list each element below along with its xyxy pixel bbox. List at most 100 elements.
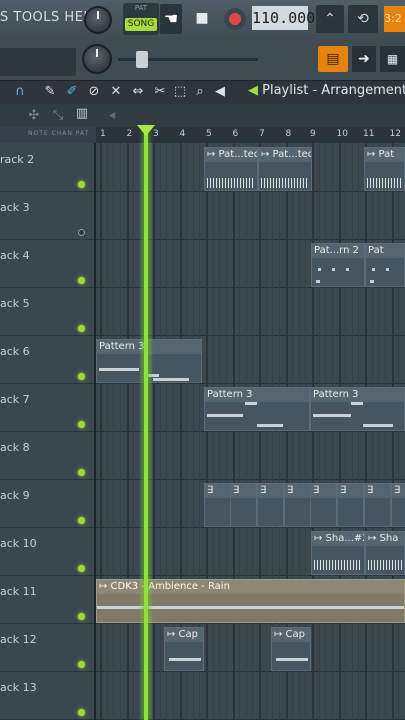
track-mute-led[interactable] [78, 181, 85, 188]
chopped-clip[interactable]: ∃ [391, 483, 405, 527]
track-mute-led[interactable] [78, 469, 85, 476]
note-bar [386, 268, 389, 271]
pat-song-toggle[interactable]: PAT SONG [123, 3, 159, 35]
track-mute-led[interactable] [78, 325, 85, 332]
grid-line [345, 143, 347, 720]
track-header-11[interactable]: ack 11 [0, 575, 94, 624]
tempo-display[interactable]: 110.000 [252, 6, 315, 30]
track-name: rack 2 [0, 153, 35, 166]
pattern-clip[interactable]: ↦ Cap [164, 627, 204, 671]
grid-line [384, 143, 386, 720]
note-bar [370, 280, 374, 283]
playhead[interactable] [144, 127, 148, 720]
master-pitch-knob[interactable] [82, 44, 112, 74]
clip-label: Pat [366, 244, 404, 258]
track-header-4[interactable]: ack 4 [0, 239, 94, 288]
track-header-13[interactable]: ack 13 [0, 671, 94, 720]
clip-label: ∃ [365, 484, 390, 498]
channel-rack-icon[interactable]: ▦ [380, 46, 405, 72]
main-volume-knob[interactable] [84, 6, 112, 34]
track-mute-led[interactable] [78, 565, 85, 572]
slip-tool-icon[interactable]: ⇔ [130, 84, 146, 100]
chopped-clip[interactable]: ∃ [204, 483, 231, 527]
grid-line [391, 143, 394, 720]
pencil-icon[interactable]: ✎ [42, 84, 58, 100]
record-button[interactable] [224, 8, 246, 30]
track-header-3[interactable]: ack 3 [0, 191, 94, 240]
mute-tool-icon[interactable]: ⊘ [86, 84, 102, 100]
grid-line [239, 143, 241, 720]
arrow-right-icon[interactable]: ➜ [352, 46, 376, 72]
ruler-bar-11: 11 [363, 129, 375, 139]
delete-tool-icon[interactable]: ✕ [108, 84, 124, 100]
piano-icon[interactable]: ▥ [74, 106, 90, 122]
grid-line [265, 143, 267, 720]
speaker-icon[interactable]: ◀ [212, 84, 228, 100]
track-mute-led[interactable] [78, 373, 85, 380]
track-mute-led[interactable] [78, 661, 85, 668]
hand-cursor-icon[interactable]: ☚ [160, 4, 182, 34]
song-time-display[interactable]: 3:2 [384, 6, 405, 32]
clip-label: ↦ Pat...ted) [259, 148, 311, 162]
track-header-9[interactable]: ack 9 [0, 479, 94, 528]
pattern-clip[interactable]: Pattern 3 [204, 387, 310, 431]
track-mute-led[interactable] [78, 517, 85, 524]
track-header-8[interactable]: ack 8 [0, 431, 94, 480]
pattern-clip[interactable]: Pattern 3 [310, 387, 405, 431]
track-mute-led[interactable] [78, 709, 85, 716]
wait-input-icon[interactable]: ⟲ [348, 5, 378, 33]
chopped-clip[interactable]: ∃ [230, 483, 257, 527]
track-header-7[interactable]: ack 7 [0, 383, 94, 432]
chopped-clip[interactable]: ∃ [337, 483, 364, 527]
pattern-clip[interactable]: Pat [365, 243, 405, 287]
ruler-bar-3: 3 [153, 129, 159, 139]
pattern-clip[interactable]: ↦ Sha...#2 [311, 531, 365, 575]
playlist-title[interactable]: ◀ Playlist - Arrangement [248, 83, 405, 98]
track-mute-led[interactable] [78, 277, 85, 284]
ruler-bar-2: 2 [126, 129, 133, 139]
track-header-10[interactable]: ack 10 [0, 527, 94, 576]
track-mute-led[interactable] [78, 613, 85, 620]
scroll-left-icon[interactable]: ◂ [104, 108, 120, 124]
brush-icon[interactable]: ✐ [64, 84, 80, 100]
playlist-title-text: Playlist - Arrangement [262, 83, 405, 98]
metronome-icon[interactable]: ⌃ [316, 5, 344, 33]
slice-tool-icon[interactable]: ✂ [152, 84, 168, 100]
play-triangle-icon: ◀ [248, 83, 263, 98]
chopped-clip[interactable]: ∃ [284, 483, 311, 527]
magnet-icon[interactable]: ∩ [12, 84, 28, 100]
chopped-clip[interactable]: ∃ [310, 483, 337, 527]
waveform [261, 178, 309, 188]
view-mode-labels[interactable]: NOTE CHAN PAT [28, 130, 89, 137]
pattern-clip[interactable]: ↦ Cap [271, 627, 311, 671]
track-header-2[interactable]: rack 2 [0, 143, 94, 192]
select-tool-icon[interactable]: ⬚ [172, 84, 188, 100]
slider-handle[interactable] [136, 51, 148, 68]
pattern-clip[interactable]: ↦ Pat...ted) [258, 147, 312, 191]
waveform [207, 178, 255, 188]
track-mute-led[interactable] [78, 229, 85, 236]
ruler-bar-6: 6 [232, 129, 239, 139]
track-mute-led[interactable] [78, 421, 85, 428]
zoom-icon[interactable]: ⌕ [192, 84, 208, 100]
clip-label: ∃ [285, 484, 310, 498]
pattern-clip[interactable]: ↦ Sha [365, 531, 405, 575]
track-header-5[interactable]: ack 5 [0, 287, 94, 336]
track-header-6[interactable]: ack 6 [0, 335, 94, 384]
grid-line [245, 143, 247, 720]
track-header-12[interactable]: ack 12 [0, 623, 94, 672]
chopped-clip[interactable]: ∃ [364, 483, 391, 527]
track-name: ack 9 [0, 489, 30, 502]
clip-label: ↦ Cap [272, 628, 310, 642]
pattern-clip[interactable]: ↦ Pat...ted) [204, 147, 258, 191]
note-bar [318, 268, 321, 271]
pattern-clip[interactable]: Pat...rn 2 [311, 243, 365, 287]
playlist-window-icon[interactable]: ▤ [318, 46, 348, 72]
clip-label: ∃ [258, 484, 283, 498]
clip-label: ↦ Pat...ted) [205, 148, 257, 162]
clip-label: ↦ Cap [165, 628, 203, 642]
chopped-clip[interactable]: ∃ [257, 483, 284, 527]
note-bar [316, 280, 320, 283]
pattern-clip[interactable]: ↦ Pat [364, 147, 405, 191]
stop-button[interactable]: ■ [192, 6, 212, 30]
